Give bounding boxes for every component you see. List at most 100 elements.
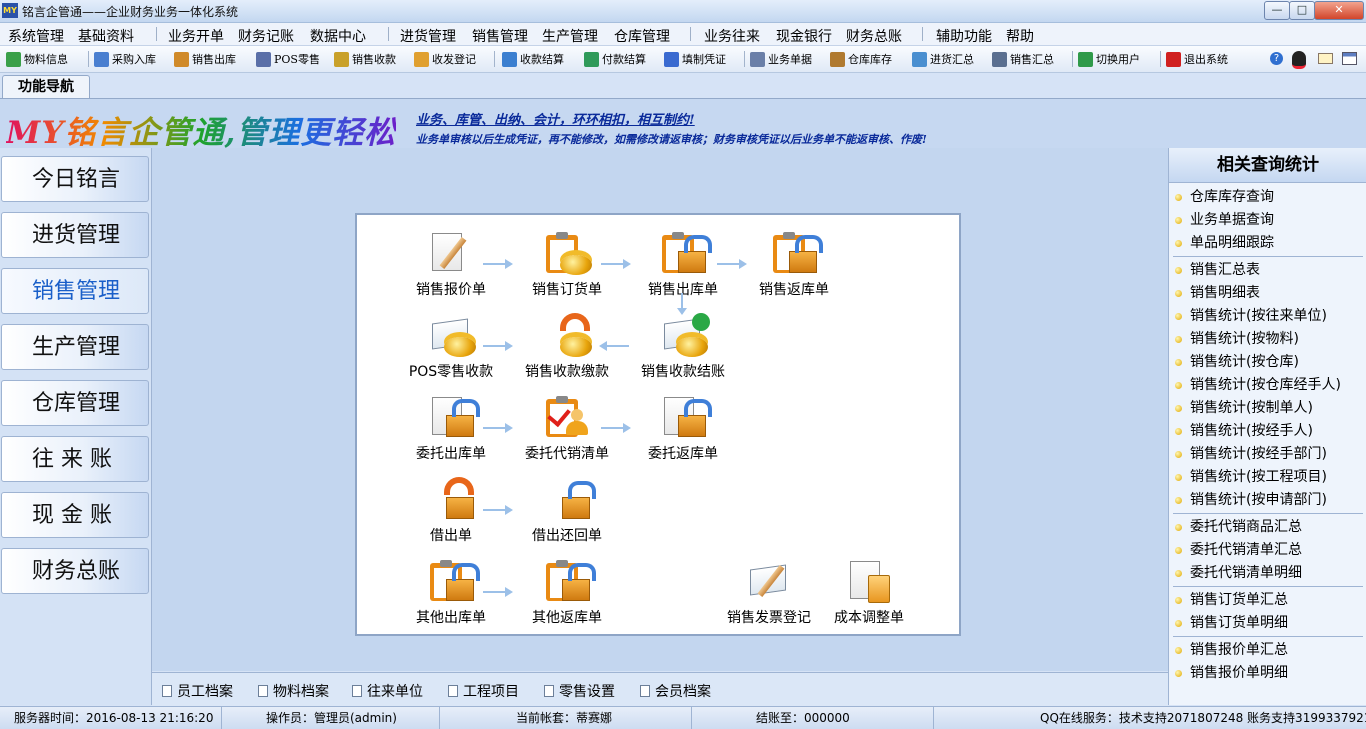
icon-part	[684, 235, 712, 253]
workflow-node[interactable]: 销售收款结账	[623, 313, 743, 381]
query-link[interactable]: 销售报价单明细	[1175, 662, 1288, 684]
workflow-node[interactable]: 销售收款缴款	[507, 313, 627, 381]
quick-link[interactable]: 物料档案	[258, 681, 329, 701]
workflow-node[interactable]: 销售出库单	[623, 231, 743, 299]
menu-item[interactable]: 数据中心	[310, 26, 366, 46]
toolbar-button[interactable]: 进货汇总	[912, 50, 974, 68]
query-link[interactable]: 单品明细跟踪	[1175, 232, 1274, 254]
query-link-label: 销售统计(按工程项目)	[1190, 469, 1327, 485]
menu-item[interactable]: 业务往来	[704, 26, 760, 46]
menu-item[interactable]: 系统管理	[8, 26, 64, 46]
toolbar-button[interactable]: 采购入库	[94, 50, 156, 68]
query-link[interactable]: 销售统计(按制单人)	[1175, 397, 1313, 419]
menu-item[interactable]: 进货管理	[400, 26, 456, 46]
nav-module-button[interactable]: 销售管理	[1, 268, 149, 314]
query-link[interactable]: 销售报价单汇总	[1175, 639, 1288, 661]
workflow-node-label: 委托出库单	[416, 446, 486, 462]
query-link[interactable]: 销售汇总表	[1175, 259, 1260, 281]
toolbar-button[interactable]: 销售汇总	[992, 50, 1054, 68]
bullet-icon	[1175, 289, 1182, 297]
menu-item[interactable]: 基础资料	[78, 26, 134, 46]
bullet-icon	[1175, 335, 1182, 343]
query-link[interactable]: 销售统计(按往来单位)	[1175, 305, 1327, 327]
workflow-node[interactable]: 借出还回单	[507, 477, 627, 545]
workflow-node[interactable]: 借出单	[391, 477, 511, 545]
qq-icon[interactable]	[1292, 51, 1306, 69]
toolbar-button[interactable]: 收发登记	[414, 50, 476, 68]
toolbar-button[interactable]: 切换用户	[1078, 50, 1140, 68]
query-link-label: 销售报价单汇总	[1190, 642, 1288, 658]
toolbar-button[interactable]: 销售出库	[174, 50, 236, 68]
toolbar-button[interactable]: POS零售	[256, 50, 320, 68]
quick-link[interactable]: 会员档案	[640, 681, 711, 701]
toolbar-button[interactable]: 收款结算	[502, 50, 564, 68]
query-link[interactable]: 销售统计(按工程项目)	[1175, 466, 1327, 488]
toolbar-button[interactable]: 付款结算	[584, 50, 646, 68]
query-link[interactable]: 销售统计(按经手人)	[1175, 420, 1313, 442]
query-link-label: 销售统计(按制单人)	[1190, 400, 1313, 416]
workflow-node[interactable]: 销售订货单	[507, 231, 627, 299]
nav-module-button[interactable]: 进货管理	[1, 212, 149, 258]
nav-module-button[interactable]: 财务总账	[1, 548, 149, 594]
menu-item[interactable]: 辅助功能	[936, 26, 992, 46]
workflow-node[interactable]: 其他返库单	[507, 559, 627, 627]
query-link[interactable]: 仓库库存查询	[1175, 186, 1274, 208]
nav-module-button[interactable]: 现 金 账	[1, 492, 149, 538]
menu-item[interactable]: 财务总账	[846, 26, 902, 46]
window-icon[interactable]	[1342, 52, 1357, 65]
toolbar-button[interactable]: 仓库库存	[830, 50, 892, 68]
icon-part	[560, 337, 592, 357]
function-nav-tab[interactable]: 功能导航	[2, 75, 90, 99]
menu-item[interactable]: 生产管理	[542, 26, 598, 46]
menu-item[interactable]: 销售管理	[472, 26, 528, 46]
query-link[interactable]: 销售统计(按经手部门)	[1175, 443, 1327, 465]
query-link[interactable]: 业务单据查询	[1175, 209, 1274, 231]
query-link[interactable]: 销售统计(按仓库)	[1175, 351, 1299, 373]
workflow-node[interactable]: 委托返库单	[623, 395, 743, 463]
maximize-button[interactable]: □	[1289, 1, 1315, 20]
menu-item[interactable]: 业务开单	[168, 26, 224, 46]
menu-item[interactable]: 帮助	[1006, 26, 1034, 46]
quick-link[interactable]: 零售设置	[544, 681, 615, 701]
minimize-button[interactable]: —	[1264, 1, 1290, 20]
nav-module-button[interactable]: 今日铭言	[1, 156, 149, 202]
toolbar-button[interactable]: 销售收款	[334, 50, 396, 68]
workflow-node[interactable]: 其他出库单	[391, 559, 511, 627]
help-icon[interactable]: ?	[1270, 52, 1283, 65]
query-link[interactable]: 销售订货单汇总	[1175, 589, 1288, 611]
bullet-icon	[1175, 427, 1182, 435]
workflow-node-label: 成本调整单	[834, 610, 904, 626]
menu-item[interactable]: 仓库管理	[614, 26, 670, 46]
query-link[interactable]: 委托代销清单明细	[1175, 562, 1302, 584]
menu-item[interactable]: 现金银行	[776, 26, 832, 46]
menu-item[interactable]: 财务记账	[238, 26, 294, 46]
slogan-line-1: 业务、库管、出纳、会计，环环相扣，相互制约!	[416, 113, 695, 128]
toolbar-button[interactable]: 物料信息	[6, 50, 68, 68]
message-icon[interactable]	[1318, 53, 1333, 64]
close-button[interactable]: ✕	[1314, 1, 1364, 20]
page-icon	[448, 685, 458, 697]
title-bar: MY 铭言企管通——企业财务业务一体化系统 — □ ✕	[0, 0, 1366, 23]
toolbar-button[interactable]: 退出系统	[1166, 50, 1228, 68]
quick-link[interactable]: 往来单位	[352, 681, 423, 701]
quick-link[interactable]: 员工档案	[162, 681, 233, 701]
nav-module-button[interactable]: 仓库管理	[1, 380, 149, 426]
quick-link[interactable]: 工程项目	[448, 681, 519, 701]
query-link[interactable]: 委托代销清单汇总	[1175, 539, 1302, 561]
workflow-node[interactable]: 销售返库单	[734, 231, 854, 299]
query-link[interactable]: 销售订货单明细	[1175, 612, 1288, 634]
toolbar-button[interactable]: 业务单据	[750, 50, 812, 68]
nav-module-button[interactable]: 往 来 账	[1, 436, 149, 482]
workflow-node[interactable]: POS零售收款	[391, 313, 511, 381]
query-link[interactable]: 销售统计(按仓库经手人)	[1175, 374, 1341, 396]
query-link[interactable]: 销售统计(按物料)	[1175, 328, 1299, 350]
workflow-node[interactable]: 委托出库单	[391, 395, 511, 463]
toolbar-button[interactable]: 填制凭证	[664, 50, 726, 68]
query-link[interactable]: 销售明细表	[1175, 282, 1260, 304]
query-link[interactable]: 委托代销商品汇总	[1175, 516, 1302, 538]
workflow-node[interactable]: 销售报价单	[391, 231, 511, 299]
workflow-node[interactable]: 成本调整单	[809, 559, 929, 627]
workflow-node[interactable]: 委托代销清单	[507, 395, 627, 463]
query-link[interactable]: 销售统计(按申请部门)	[1175, 489, 1327, 511]
nav-module-button[interactable]: 生产管理	[1, 324, 149, 370]
